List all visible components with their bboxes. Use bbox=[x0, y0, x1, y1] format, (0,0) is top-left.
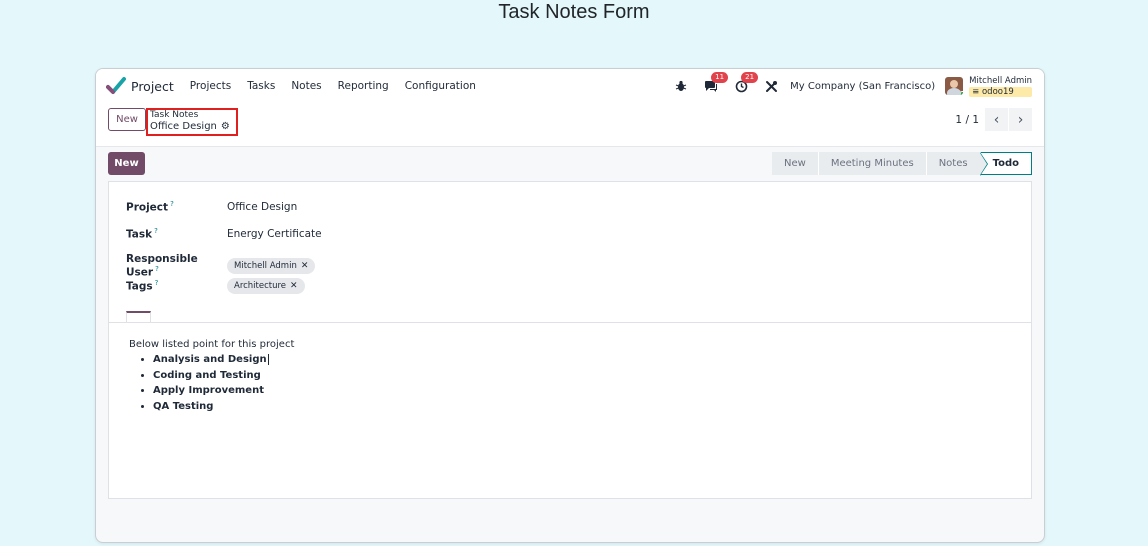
online-status-dot bbox=[959, 91, 964, 95]
new-record-button[interactable]: New bbox=[108, 108, 146, 131]
page-title: Task Notes Form bbox=[498, 1, 650, 23]
bug-icon[interactable] bbox=[670, 75, 692, 97]
activities-badge: 21 bbox=[741, 72, 759, 83]
app-window: Project Projects Tasks Notes Reporting C… bbox=[95, 68, 1045, 543]
database-icon: ≡ bbox=[972, 86, 982, 97]
menu-reporting[interactable]: Reporting bbox=[330, 80, 397, 92]
list-item: Analysis and Design bbox=[153, 352, 294, 368]
new-button[interactable]: New bbox=[108, 152, 145, 175]
project-label: Project bbox=[126, 201, 169, 214]
menu-configuration[interactable]: Configuration bbox=[397, 80, 484, 92]
responsible-user-label: Responsible User bbox=[126, 253, 198, 279]
tools-icon[interactable] bbox=[760, 75, 782, 97]
app-name: Project bbox=[131, 78, 174, 94]
field-label: Responsible User? bbox=[126, 253, 227, 279]
field-label: Task? bbox=[126, 227, 227, 241]
pager: 1 / 1 ‹ › bbox=[955, 108, 1032, 131]
messages-icon[interactable]: 11 bbox=[700, 72, 729, 97]
breadcrumb-parent[interactable]: Task Notes bbox=[150, 110, 234, 121]
task-field[interactable]: Energy Certificate bbox=[227, 228, 322, 240]
text-cursor bbox=[267, 353, 269, 365]
field-label: Tags? bbox=[126, 279, 227, 293]
database-name: odoo19 bbox=[981, 86, 1014, 97]
database-badge: ≡ odoo19 bbox=[969, 86, 1032, 97]
list-item: Apply Improvement bbox=[153, 383, 294, 399]
user-info: Mitchell Admin ≡ odoo19 bbox=[969, 76, 1032, 97]
field-responsible-user: Responsible User? Mitchell Admin ✕ bbox=[126, 253, 316, 279]
gear-icon[interactable]: ⚙ bbox=[221, 121, 230, 133]
stage-notes[interactable]: Notes bbox=[926, 152, 981, 175]
remove-tag-icon[interactable]: ✕ bbox=[290, 281, 298, 291]
notes-editor[interactable]: Below listed point for this project Anal… bbox=[129, 338, 294, 414]
menu-projects[interactable]: Projects bbox=[182, 80, 239, 92]
list-item: QA Testing bbox=[153, 399, 294, 415]
user-name: Mitchell Admin bbox=[969, 75, 1032, 86]
help-icon[interactable]: ? bbox=[155, 279, 159, 287]
record-name: Office Design bbox=[150, 121, 217, 132]
list-item: Coding and Testing bbox=[153, 368, 294, 384]
user-tag[interactable]: Mitchell Admin ✕ bbox=[227, 257, 316, 274]
notes-list: Analysis and Design Coding and Testing A… bbox=[153, 352, 294, 414]
breadcrumb-current: Office Design ⚙ bbox=[150, 121, 234, 133]
tags-label: Tags bbox=[126, 280, 153, 293]
tab-divider bbox=[109, 322, 1031, 323]
messages-badge: 11 bbox=[711, 72, 729, 83]
notes-intro: Below listed point for this project bbox=[129, 339, 295, 350]
field-tags: Tags? Architecture ✕ bbox=[126, 278, 305, 294]
app-brand[interactable]: Project bbox=[106, 76, 174, 96]
remove-tag-icon[interactable]: ✕ bbox=[301, 261, 309, 271]
menu-tasks[interactable]: Tasks bbox=[239, 80, 283, 92]
chevron-right-icon[interactable]: › bbox=[1009, 108, 1032, 131]
avatar bbox=[945, 77, 964, 95]
control-panel: New Task Notes Office Design ⚙ 1 / 1 ‹ › bbox=[96, 103, 1044, 147]
company-switcher[interactable]: My Company (San Francisco) bbox=[790, 81, 935, 92]
systray: 11 21 My Company (San Francisco) Mitchel… bbox=[662, 69, 1032, 103]
field-task: Task? Energy Certificate bbox=[126, 227, 322, 241]
help-icon[interactable]: ? bbox=[170, 200, 174, 208]
stage-todo[interactable]: Todo bbox=[979, 152, 1032, 176]
help-icon[interactable]: ? bbox=[154, 227, 158, 235]
field-label: Project? bbox=[126, 200, 227, 214]
menu-notes[interactable]: Notes bbox=[283, 80, 329, 92]
stage-statusbar: New Meeting Minutes Notes Todo bbox=[772, 152, 1032, 176]
project-app-icon bbox=[106, 77, 126, 94]
project-field[interactable]: Office Design bbox=[227, 201, 297, 213]
pager-value[interactable]: 1 / 1 bbox=[955, 114, 979, 126]
main-menu: Projects Tasks Notes Reporting Configura… bbox=[182, 80, 484, 92]
user-menu[interactable]: Mitchell Admin ≡ odoo19 bbox=[945, 76, 1032, 97]
field-project: Project? Office Design bbox=[126, 200, 297, 214]
stage-meeting-minutes[interactable]: Meeting Minutes bbox=[818, 152, 927, 175]
top-navbar: Project Projects Tasks Notes Reporting C… bbox=[96, 69, 1044, 103]
chevron-left-icon[interactable]: ‹ bbox=[985, 108, 1008, 131]
user-tag-label: Mitchell Admin bbox=[234, 260, 297, 271]
help-icon[interactable]: ? bbox=[155, 265, 159, 273]
task-label: Task bbox=[126, 228, 153, 241]
activity-clock-icon[interactable]: 21 bbox=[730, 72, 759, 97]
breadcrumb: Task Notes Office Design ⚙ bbox=[146, 108, 238, 136]
tag-chip[interactable]: Architecture ✕ bbox=[227, 278, 305, 294]
tag-chip-label: Architecture bbox=[234, 281, 287, 291]
form-sheet: Project? Office Design Task? Energy Cert… bbox=[108, 181, 1032, 499]
stage-new[interactable]: New bbox=[772, 152, 819, 175]
